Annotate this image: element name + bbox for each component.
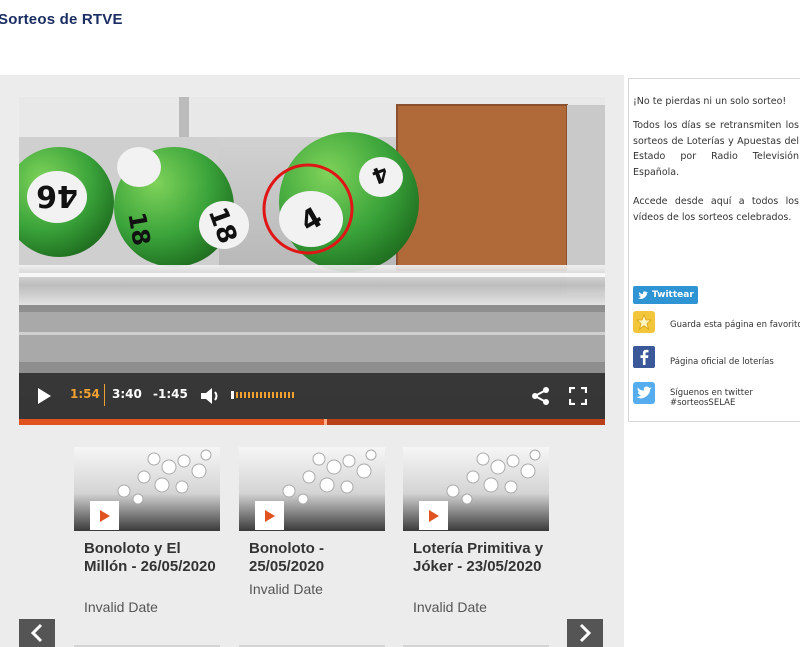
current-time: 1:54: [70, 387, 100, 401]
sidebar-paragraph: Accede desde aquí a todos los vídeos de …: [633, 196, 799, 223]
progress-handle[interactable]: [323, 419, 327, 425]
sidebar: ¡No te pierdas ni un solo sorteo! Todos …: [628, 78, 800, 422]
twitter-icon: [633, 382, 655, 404]
video-card-date: Invalid Date: [413, 599, 487, 615]
twitter-hashtag[interactable]: #sorteosSELAE: [670, 398, 735, 408]
carousel-prev-button[interactable]: [19, 619, 55, 647]
volume-slider[interactable]: [231, 390, 297, 400]
facebook-icon: [633, 346, 655, 368]
sidebar-headline: ¡No te pierdas ni un solo sorteo!: [633, 96, 787, 107]
video-card-title[interactable]: Bonoloto y El Millón - 26/05/2020: [84, 540, 224, 576]
play-badge-icon[interactable]: [90, 501, 119, 530]
video-player[interactable]: 46 18 18 4 4 1:54 3:40 -1:45: [19, 97, 605, 425]
favorites-link[interactable]: [633, 311, 655, 333]
video-card-title[interactable]: Lotería Primitiva y Jóker - 23/05/2020: [413, 540, 553, 576]
fullscreen-icon[interactable]: [566, 384, 590, 408]
video-card-title[interactable]: Bonoloto - 25/05/2020: [249, 540, 389, 576]
star-icon: [633, 311, 655, 333]
chevron-right-icon: [579, 623, 592, 643]
page: Sorteos de RTVE 46 18 18 4 4 1:54 3:40 -…: [0, 0, 800, 647]
twitter-link[interactable]: [633, 382, 655, 404]
video-thumbnail[interactable]: [403, 447, 549, 531]
video-controls: 1:54 3:40 -1:45: [19, 373, 605, 419]
ball-number-3: 18: [122, 210, 155, 248]
video-thumbnail[interactable]: [239, 447, 385, 531]
play-badge-icon[interactable]: [419, 501, 448, 530]
video-card-date: Invalid Date: [84, 599, 158, 615]
tweet-button-label: Twittear: [652, 290, 694, 300]
carousel-next-button[interactable]: [567, 619, 603, 647]
tweet-button[interactable]: Twittear: [633, 286, 698, 304]
progress-bar[interactable]: [19, 419, 605, 425]
video-card-date: Invalid Date: [249, 581, 323, 597]
twitter-label[interactable]: Síguenos en twitter: [670, 388, 753, 398]
time-divider: [104, 384, 105, 406]
facebook-link[interactable]: [633, 346, 655, 368]
page-title: Sorteos de RTVE: [0, 11, 123, 28]
chevron-left-icon: [30, 623, 43, 643]
ball-number-1: 46: [36, 178, 78, 213]
play-badge-icon[interactable]: [255, 501, 284, 530]
header: Sorteos de RTVE: [0, 0, 800, 75]
video-thumbnail[interactable]: [74, 447, 220, 531]
facebook-label[interactable]: Página oficial de loterías: [670, 357, 774, 367]
duration: 3:40: [112, 387, 142, 401]
favorites-label[interactable]: Guarda esta página en favoritos: [670, 320, 800, 330]
progress-fill: [19, 419, 324, 425]
share-icon[interactable]: [529, 384, 553, 408]
volume-icon[interactable]: [198, 384, 224, 408]
play-icon[interactable]: [33, 385, 55, 407]
sidebar-paragraph: Todos los días se retransmiten los sorte…: [633, 120, 799, 178]
remaining-time: -1:45: [153, 387, 188, 401]
bird-icon: [638, 290, 648, 299]
